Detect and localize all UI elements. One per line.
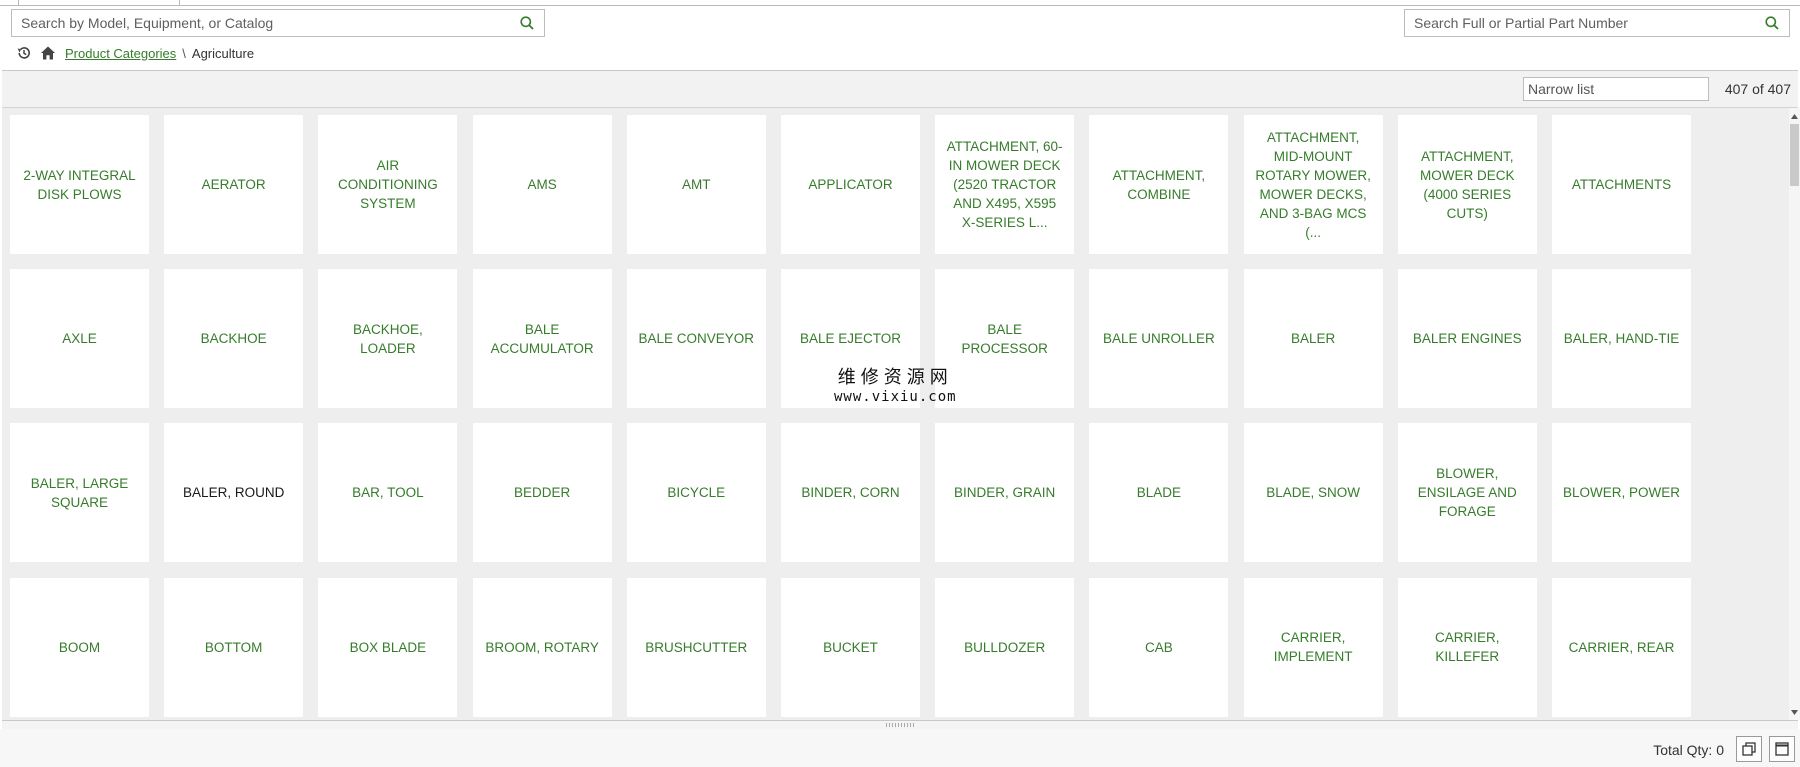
category-tile[interactable]: BAR, TOOL xyxy=(318,423,458,563)
category-tile[interactable]: BEDDER xyxy=(472,423,612,563)
category-tile[interactable]: BLADE xyxy=(1089,423,1229,563)
maximize-icon xyxy=(1775,742,1789,756)
category-tile[interactable]: CARRIER, KILLEFER xyxy=(1397,577,1537,717)
search-icon[interactable] xyxy=(1755,10,1789,36)
category-tile[interactable]: BOOM xyxy=(10,577,149,717)
category-tile[interactable]: BRUSHCUTTER xyxy=(626,577,766,717)
category-tile[interactable]: BROOM, ROTARY xyxy=(472,577,612,717)
narrow-list-input[interactable] xyxy=(1523,77,1709,101)
vertical-scrollbar[interactable] xyxy=(1789,108,1800,720)
category-grid: 2-WAY INTEGRAL DISK PLOWS AERATOR AIR COND… xyxy=(2,108,1789,720)
category-tile[interactable]: BINDER, CORN xyxy=(781,423,920,563)
category-tile[interactable]: BINDER, GRAIN xyxy=(935,423,1075,563)
search-icon[interactable] xyxy=(510,10,544,36)
category-tile[interactable]: BICYCLE xyxy=(626,423,766,563)
part-number-search-input[interactable] xyxy=(1405,10,1755,36)
category-tile[interactable]: BALE EJECTOR xyxy=(781,269,920,409)
category-tile[interactable]: BALE CONVEYOR xyxy=(626,269,766,409)
restore-window-button[interactable] xyxy=(1736,736,1762,762)
category-tile[interactable]: BALE PROCESSOR xyxy=(935,269,1075,409)
category-tile[interactable]: BLOWER, ENSILAGE AND FORAGE xyxy=(1397,423,1537,563)
category-tile[interactable]: BALE UNROLLER xyxy=(1089,269,1229,409)
category-tile[interactable]: CAB xyxy=(1089,577,1229,717)
footer-bar: Total Qty: 0 xyxy=(0,729,1800,767)
category-tile[interactable]: BACKHOE, LOADER xyxy=(318,269,458,409)
result-count: 407 of 407 xyxy=(1724,81,1791,97)
category-tile[interactable]: BOTTOM xyxy=(164,577,304,717)
tab-strip xyxy=(0,0,1800,6)
breadcrumb-separator: \ xyxy=(182,45,186,61)
category-tile[interactable]: AXLE xyxy=(10,269,149,409)
category-tile[interactable]: BLOWER, POWER xyxy=(1552,423,1691,563)
category-tile[interactable]: AMS xyxy=(472,115,612,254)
total-quantity: Total Qty: 0 xyxy=(1653,742,1724,758)
category-tile[interactable]: ATTACHMENT, 60-IN MOWER DECK (2520 TRACT… xyxy=(935,115,1075,254)
history-icon[interactable] xyxy=(14,43,34,63)
home-icon[interactable] xyxy=(38,43,58,63)
active-tab[interactable] xyxy=(18,0,180,6)
category-tile[interactable]: AERATOR xyxy=(164,115,304,254)
breadcrumb-current: Agriculture xyxy=(191,45,255,61)
panel-splitter[interactable] xyxy=(2,720,1798,729)
part-number-search-box xyxy=(1404,9,1790,37)
category-tile[interactable]: BALER ENGINES xyxy=(1397,269,1537,409)
scroll-down-icon[interactable] xyxy=(1789,706,1800,718)
category-tile[interactable]: ATTACHMENT, MID-MOUNT ROTARY MOWER, MOWE… xyxy=(1243,115,1383,254)
category-tile[interactable]: BALER xyxy=(1243,269,1383,409)
category-tile[interactable]: CARRIER, IMPLEMENT xyxy=(1243,577,1383,717)
model-search-box xyxy=(11,9,545,37)
category-tile[interactable]: CARRIER, REAR xyxy=(1552,577,1691,717)
category-tile[interactable]: BUCKET xyxy=(781,577,920,717)
category-tile[interactable]: BALER, LARGE SQUARE xyxy=(10,423,149,563)
category-tile[interactable]: BACKHOE xyxy=(164,269,304,409)
category-tile[interactable]: ATTACHMENT, MOWER DECK (4000 SERIES CUTS… xyxy=(1397,115,1537,254)
maximize-window-button[interactable] xyxy=(1769,736,1795,762)
category-tile[interactable]: BULLDOZER xyxy=(935,577,1075,717)
category-tile[interactable]: ATTACHMENTS xyxy=(1552,115,1691,254)
category-tile[interactable]: BOX BLADE xyxy=(318,577,458,717)
restore-icon xyxy=(1742,742,1756,756)
scrollbar-thumb[interactable] xyxy=(1790,124,1799,186)
category-tile[interactable]: BALER, ROUND xyxy=(164,423,304,563)
category-tile[interactable]: BALE ACCUMULATOR xyxy=(472,269,612,409)
model-search-input[interactable] xyxy=(12,10,510,36)
breadcrumb: Product Categories \ Agriculture xyxy=(14,43,254,63)
scroll-up-icon[interactable] xyxy=(1789,110,1800,122)
category-tile[interactable]: BLADE, SNOW xyxy=(1243,423,1383,563)
category-tile[interactable]: 2-WAY INTEGRAL DISK PLOWS xyxy=(10,115,149,254)
splitter-grip-icon[interactable] xyxy=(886,723,914,727)
category-tile[interactable]: AMT xyxy=(626,115,766,254)
category-tile[interactable]: BALER, HAND-TIE xyxy=(1552,269,1691,409)
category-tile[interactable]: ATTACHMENT, COMBINE xyxy=(1089,115,1229,254)
breadcrumb-link-product-categories[interactable]: Product Categories xyxy=(65,46,176,61)
list-toolbar: 407 of 407 xyxy=(2,70,1798,108)
category-tile[interactable]: APPLICATOR xyxy=(781,115,920,254)
category-tile[interactable]: AIR CONDITIONING SYSTEM xyxy=(318,115,458,254)
